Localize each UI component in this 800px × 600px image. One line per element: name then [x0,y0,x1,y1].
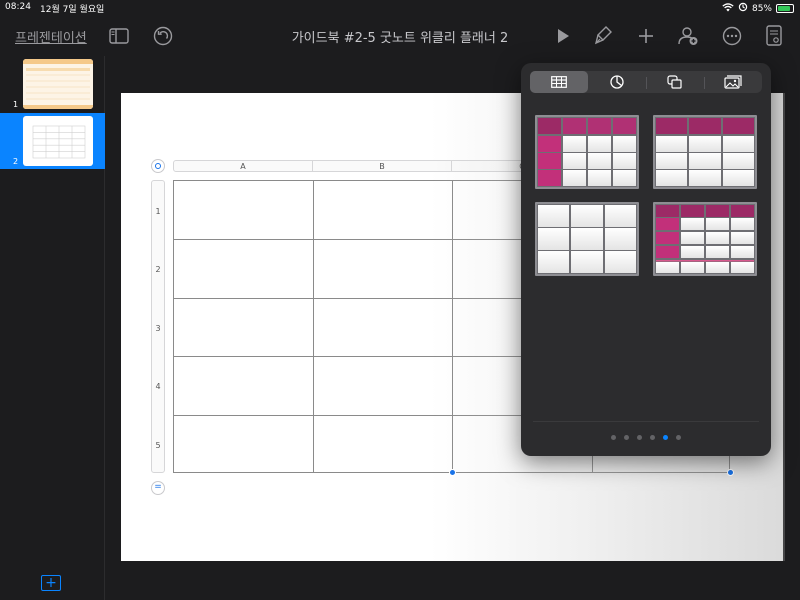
slide-thumbnail-1[interactable]: 1 [0,56,105,112]
table-style-header-column-footer[interactable] [653,202,757,276]
presentations-back-button[interactable]: 프레젠테이션 [15,27,87,46]
row-header[interactable]: 2 [152,265,164,274]
shapes-icon [667,75,682,89]
table-style-header-row[interactable] [653,115,757,189]
equals-icon: = [154,482,162,492]
row-header[interactable]: 4 [152,382,164,391]
page-dot[interactable] [650,435,655,440]
popover-divider [533,421,759,422]
tab-table[interactable] [530,71,588,93]
row-header[interactable]: 3 [152,324,164,333]
column-header[interactable]: B [313,161,452,171]
page-dot[interactable] [624,435,629,440]
slide-navigator: 1 2 + [0,56,105,600]
selection-handle[interactable] [727,469,734,476]
slide-thumbnail-2[interactable]: 2 [0,113,105,169]
media-icon [724,75,742,89]
tab-chart[interactable] [588,71,646,93]
page-dot[interactable] [611,435,616,440]
battery-icon [776,4,794,13]
slide-preview [23,116,93,166]
undo-icon[interactable] [150,24,176,48]
column-header[interactable]: A [174,161,313,171]
table-icon [551,76,567,88]
page-dot[interactable] [663,435,668,440]
table-style-header-row-column[interactable] [535,115,639,189]
table-style-plain[interactable] [535,202,639,276]
sidebar-toggle-icon[interactable] [106,24,132,48]
collaborate-icon[interactable] [675,24,701,48]
battery-icon [738,2,748,15]
more-icon[interactable] [719,24,745,48]
play-icon[interactable] [550,24,576,48]
column-divider [452,181,453,472]
selection-handle[interactable] [449,469,456,476]
status-time: 08:24 [5,2,31,12]
format-brush-icon[interactable] [590,24,616,48]
tab-media[interactable] [704,71,762,93]
table-select-handle[interactable] [151,159,165,173]
row-header-bar[interactable]: 1 2 3 4 5 [151,180,165,473]
status-date: 12월 7일 월요일 [40,5,105,15]
document-title: 가이드북 #2-5 굿노트 위클리 플래너 2 [291,31,509,46]
tab-shapes[interactable] [646,71,704,93]
page-dot[interactable] [637,435,642,440]
add-slide-button[interactable]: + [41,575,61,591]
battery-percent: 85% [751,3,772,14]
column-divider [313,181,314,472]
status-bar: 08:24 12월 7일 월요일 85% [0,0,800,16]
page-dot[interactable] [676,435,681,440]
plus-icon: + [45,575,57,591]
circle-icon [155,163,161,169]
status-right: 85% [722,2,794,15]
add-row-handle[interactable]: = [151,481,165,495]
tab-divider [646,77,647,89]
chart-icon [610,75,624,89]
page-indicator[interactable] [521,435,771,440]
add-icon[interactable] [633,24,659,48]
slide-number: 2 [13,157,19,166]
tab-divider [704,77,705,89]
slide-preview [23,59,93,109]
toolbar: 프레젠테이션 가이드북 #2-5 굿노트 위클리 플래너 2 [0,16,800,56]
insert-popover [521,63,771,456]
row-header[interactable]: 1 [152,207,164,216]
row-header[interactable]: 5 [152,441,164,450]
wifi-icon [722,2,734,15]
document-options-icon[interactable] [761,24,787,48]
slide-number: 1 [13,100,19,109]
